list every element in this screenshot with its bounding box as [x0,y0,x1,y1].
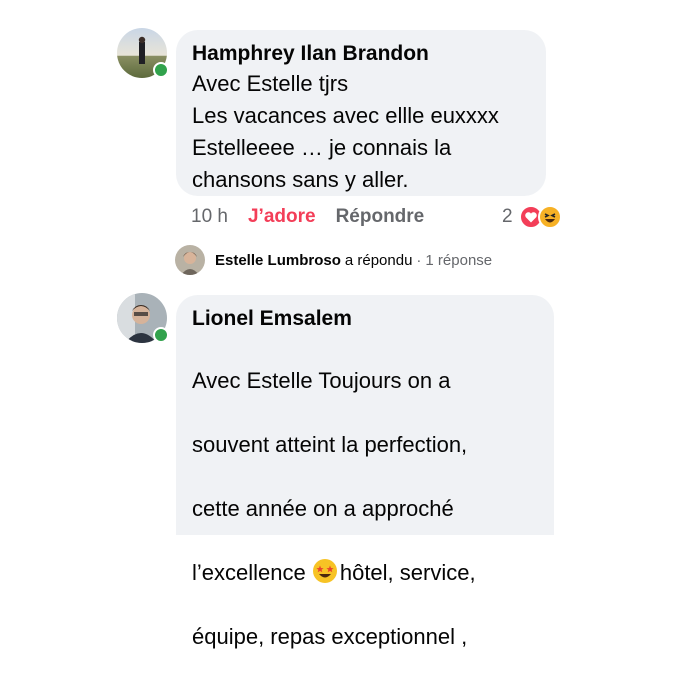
comment-author[interactable]: Lionel Emsalem [192,305,538,333]
online-status-dot [153,327,169,343]
avatar-lionel[interactable] [117,293,169,343]
comment-author[interactable]: Hamphrey Ilan Brandon [192,40,530,68]
comment-text: Avec Estelle tjrs Les vacances avec elll… [192,71,499,192]
comment-timestamp[interactable]: 10 h [191,206,228,228]
reply-button[interactable]: Répondre [336,206,425,228]
comment-line: l’excellence hôtel, service, [192,557,538,589]
avatar-hamphrey[interactable] [117,28,169,78]
comment-actions: 10 h J’adore Répondre [191,200,424,234]
star-struck-emoji-icon [312,559,337,583]
online-status-dot [153,62,169,78]
reply-verb: a répondu [344,251,413,269]
reaction-count: 2 [502,206,513,227]
avatar-estelle [175,245,205,275]
comment-bubble[interactable]: Lionel Emsalem Avec Estelle Toujours on … [176,295,554,649]
comment-bubble[interactable]: Hamphrey Ilan Brandon Avec Estelle tjrs … [176,30,546,196]
comment-line: équipe, repas exceptionnel , [192,624,468,649]
comment-line-part: hôtel, service, [339,560,476,585]
reply-author[interactable]: Estelle Lumbroso [215,252,341,269]
haha-icon [537,205,562,229]
reaction-icons [517,205,562,229]
comment-line: cette année on a approché [192,496,454,521]
love-reaction-button[interactable]: J’adore [248,206,316,228]
comment-text: Avec Estelle Toujours on a souvent attei… [192,333,538,685]
reaction-summary[interactable]: 2 [502,202,562,232]
reply-count[interactable]: 1 réponse [425,252,492,269]
comment-line: souvent atteint la perfection, [192,432,468,457]
comment-line: Avec Estelle Toujours on a [192,368,451,393]
comment-line-part: l’excellence [192,560,312,585]
replies-summary[interactable]: Estelle Lumbroso a répondu · 1 réponse [175,244,492,276]
separator-dot: · [416,251,422,269]
